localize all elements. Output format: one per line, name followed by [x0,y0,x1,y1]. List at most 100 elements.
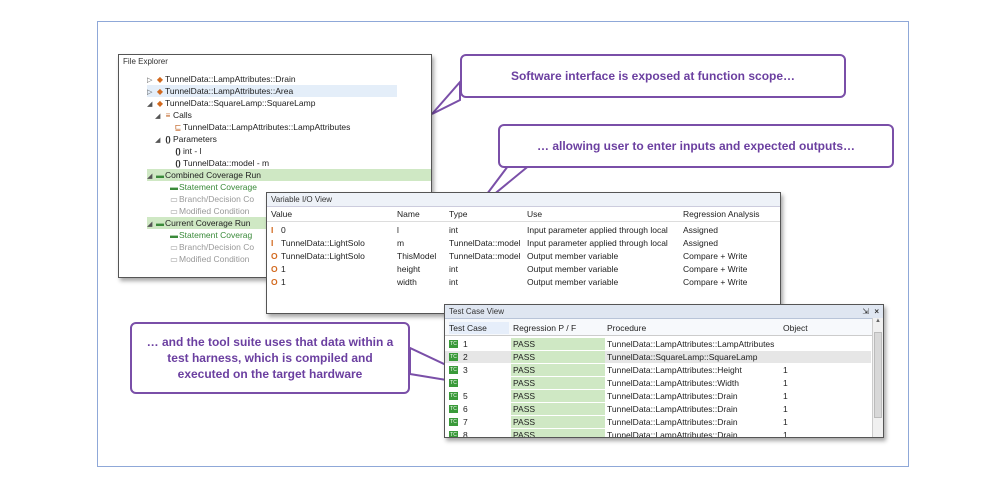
table-row[interactable]: I TunnelData::LightSolo m TunnelData::model… [267,237,780,249]
pointer-top [431,79,461,115]
cell-name: l [397,225,399,235]
table-row[interactable]: TC 5 PASS TunnelData::LampAttributes::Drain… [445,390,871,402]
cell-test-case-id: 8 [463,430,468,438]
cell-result: PASS [511,364,605,376]
cell-regression: Compare + Write [683,264,748,274]
cell-type: int [449,225,458,235]
collapse-down-icon[interactable]: ◢ [147,219,155,231]
io-marker: I [271,238,274,248]
collapse-down-icon[interactable]: ◢ [147,171,155,183]
test-case-panel: Test Case View ⇲ × Test Case Regression … [444,304,884,438]
scrollbar-thumb[interactable] [874,332,882,418]
tree-item-statement-coverage[interactable]: ▬Statement Coverage [169,181,257,193]
cell-result: PASS [511,390,605,402]
table-row[interactable]: TC 1 PASS TunnelData::LampAttributes::LampA… [445,338,871,350]
tree-item-calls[interactable]: ◢ ≡ Calls [155,109,192,121]
collapse-down-icon[interactable]: ◢ [155,135,163,147]
tree-item-mcdc-coverage-2[interactable]: ▭Modified Condition [169,253,249,265]
cell-test-case-id: 6 [463,404,468,414]
cell-result: PASS [511,429,605,437]
cell-result: PASS [511,377,605,389]
cell-type: int [449,277,458,287]
pin-icon[interactable]: ⇲ [862,305,869,318]
tree-item-param-model[interactable]: () TunnelData::model - m [173,157,269,169]
table-row[interactable]: O TunnelData::LightSolo ThisModel TunnelDat… [267,250,780,262]
cell-value: 0 [281,225,286,235]
cell-value: 1 [281,277,286,287]
test-case-icon: TC [449,340,458,348]
col-object[interactable]: Object [783,322,808,334]
table-row[interactable]: I 0 l int Input parameter applied through lo… [267,224,780,236]
col-regression-pf[interactable]: Regression P / F [513,322,576,334]
cell-test-case-id: 1 [463,339,468,349]
cell-regression: Compare + Write [683,277,748,287]
cell-use: Input parameter applied through local [527,225,668,235]
cell-object: 1 [783,378,788,388]
col-test-case[interactable]: Test Case [449,322,509,334]
cell-object: 1 [783,430,788,438]
coverage-bar-empty-icon: ▭ [170,255,178,264]
cell-name: m [397,238,405,248]
col-use[interactable]: Use [527,208,542,220]
io-marker: I [271,225,274,235]
file-explorer-title: File Explorer [123,57,168,66]
cell-test-case-id: 3 [463,365,468,375]
col-procedure[interactable]: Procedure [607,322,646,334]
tree-item-drain[interactable]: ▷ ◆ TunnelData::LampAttributes::Drain [147,73,296,85]
callout-bottom: … and the tool suite uses that data with… [130,322,410,394]
cell-use: Input parameter applied through local [527,238,668,248]
tree-item-area[interactable]: ▷ ◆ TunnelData::LampAttributes::Area [147,85,397,97]
table-row[interactable]: O 1 width int Output member variable Compare … [267,276,780,288]
collapse-down-icon[interactable]: ◢ [155,111,163,123]
table-row[interactable]: O 1 height int Output member variable Compare… [267,263,780,275]
cell-regression: Assigned [683,238,718,248]
tree-item-squarelamp[interactable]: ◢ ◆ TunnelData::SquareLamp::SquareLamp [147,97,315,109]
cell-use: Output member variable [527,277,619,287]
cell-type: TunnelData::model [449,238,521,248]
cell-procedure: TunnelData::LampAttributes::Drain [607,430,738,438]
cell-result: PASS [511,351,605,363]
col-regression[interactable]: Regression Analysis [683,208,760,220]
cell-name: width [397,277,417,287]
collapse-down-icon[interactable]: ◢ [147,99,155,111]
cell-procedure: TunnelData::LampAttributes::Drain [607,417,738,427]
callout-top: Software interface is exposed at functio… [460,54,846,98]
cell-procedure: TunnelData::SquareLamp::SquareLamp [607,352,758,362]
tree-item-parameters[interactable]: ◢() Parameters [155,133,217,145]
cell-type: TunnelData::model [449,251,521,261]
table-row[interactable]: TC 6 PASS TunnelData::LampAttributes::Drain… [445,403,871,415]
col-name[interactable]: Name [397,208,420,220]
io-marker: O [271,264,278,274]
coverage-icon: ▬ [156,219,164,228]
table-row[interactable]: TC 2 PASS TunnelData::SquareLamp::SquareLam… [445,351,871,363]
tree-item-branch-coverage-2[interactable]: ▭Branch/Decision Co [169,241,254,253]
cell-procedure: TunnelData::LampAttributes::Drain [607,391,738,401]
tree-item-mcdc-coverage[interactable]: ▭Modified Condition [169,205,249,217]
tree-item-branch-coverage[interactable]: ▭Branch/Decision Co [169,193,254,205]
close-icon[interactable]: × [874,305,879,318]
tree-item-lampattributes-call[interactable]: ⊑ TunnelData::LampAttributes::LampAttribu… [173,121,351,133]
cell-result: PASS [511,338,605,350]
variable-io-title: Variable I/O View [267,193,780,207]
cell-test-case-id: 5 [463,391,468,401]
table-row[interactable]: TC PASS TunnelData::LampAttributes::Width 1 [445,377,871,389]
cell-test-case-id: 2 [463,352,468,362]
scroll-up-icon[interactable]: ▲ [873,318,883,324]
cell-name: height [397,264,421,274]
col-type[interactable]: Type [449,208,467,220]
table-row[interactable]: TC 8 PASS TunnelData::LampAttributes::Drain… [445,429,871,438]
cell-result: PASS [511,403,605,415]
table-row[interactable]: TC 3 PASS TunnelData::LampAttributes::Heigh… [445,364,871,376]
table-row[interactable]: TC 7 PASS TunnelData::LampAttributes::Drain… [445,416,871,428]
variable-io-panel: Variable I/O View Value Name Type Use Re… [266,192,781,314]
tree-item-statement-coverage-2[interactable]: ▬Statement Coverag [169,229,252,241]
tree-item-param-int[interactable]: () int - l [173,145,201,157]
cell-value: TunnelData::LightSolo [281,251,365,261]
io-marker: O [271,251,278,261]
cell-object: 1 [783,391,788,401]
tree-item-combined-coverage[interactable]: ◢ ▬Combined Coverage Run [147,169,431,181]
parameters-icon: () [165,135,171,144]
cell-object: 1 [783,404,788,414]
scrollbar[interactable]: ▲ [872,318,883,437]
col-value[interactable]: Value [271,208,292,220]
